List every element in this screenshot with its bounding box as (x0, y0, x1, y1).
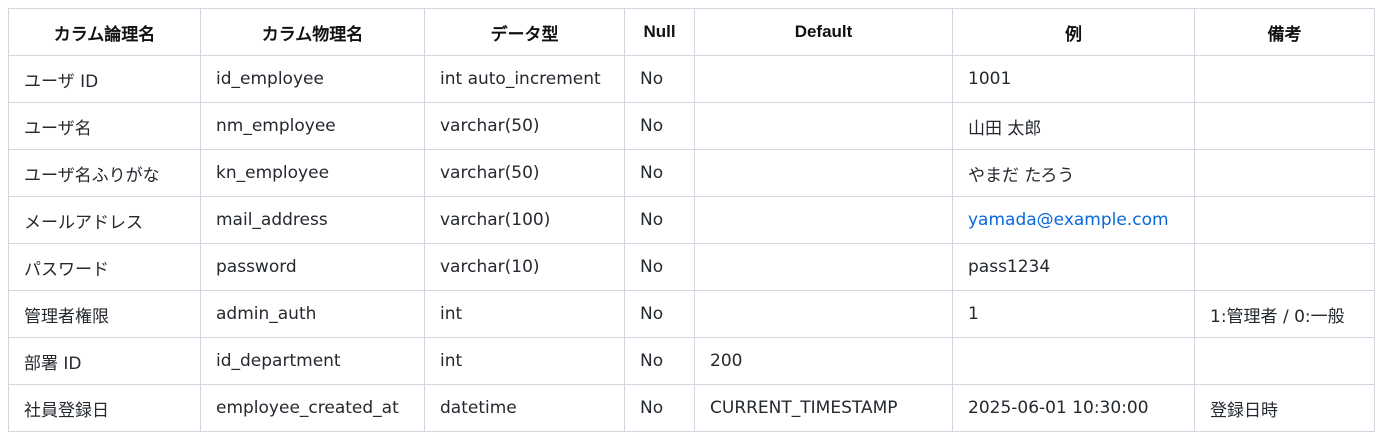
cell-example: 山田 太郎 (952, 102, 1195, 150)
cell-default (694, 55, 953, 103)
cell-physical-name: employee_created_at (200, 384, 425, 432)
table-header: カラム論理名 カラム物理名 データ型 Null Default 例 備考 (8, 8, 1375, 56)
cell-default (694, 196, 953, 244)
cell-data-type: datetime (424, 384, 625, 432)
header-row: カラム論理名 カラム物理名 データ型 Null Default 例 備考 (8, 8, 1375, 56)
header-remarks: 備考 (1194, 8, 1375, 56)
schema-table: カラム論理名 カラム物理名 データ型 Null Default 例 備考 ユーザ… (8, 8, 1375, 432)
cell-logical-name: ユーザ ID (8, 55, 201, 103)
cell-data-type: varchar(50) (424, 102, 625, 150)
cell-example: やまだ たろう (952, 149, 1195, 197)
cell-default (694, 243, 953, 291)
cell-physical-name: password (200, 243, 425, 291)
cell-null: No (624, 102, 695, 150)
table-row: メールアドレス mail_address varchar(100) No yam… (8, 196, 1375, 244)
cell-null: No (624, 290, 695, 338)
cell-default: CURRENT_TIMESTAMP (694, 384, 953, 432)
cell-logical-name: ユーザ名ふりがな (8, 149, 201, 197)
cell-physical-name: nm_employee (200, 102, 425, 150)
table-body: ユーザ ID id_employee int auto_increment No… (8, 55, 1375, 432)
cell-data-type: varchar(10) (424, 243, 625, 291)
cell-logical-name: パスワード (8, 243, 201, 291)
table-row: ユーザ ID id_employee int auto_increment No… (8, 55, 1375, 103)
header-default: Default (694, 8, 953, 56)
cell-remarks (1194, 196, 1375, 244)
table-row: パスワード password varchar(10) No pass1234 (8, 243, 1375, 291)
header-data-type: データ型 (424, 8, 625, 56)
cell-null: No (624, 149, 695, 197)
table-row: ユーザ名 nm_employee varchar(50) No 山田 太郎 (8, 102, 1375, 150)
cell-null: No (624, 55, 695, 103)
cell-remarks (1194, 149, 1375, 197)
cell-example: 1 (952, 290, 1195, 338)
table-row: 管理者権限 admin_auth int No 1 1:管理者 / 0:一般 (8, 290, 1375, 338)
header-example: 例 (952, 8, 1195, 56)
cell-null: No (624, 196, 695, 244)
cell-remarks (1194, 55, 1375, 103)
cell-example: 1001 (952, 55, 1195, 103)
cell-logical-name: ユーザ名 (8, 102, 201, 150)
email-link[interactable]: yamada@example.com (968, 210, 1169, 230)
cell-null: No (624, 384, 695, 432)
cell-default (694, 102, 953, 150)
cell-data-type: varchar(100) (424, 196, 625, 244)
table-row: ユーザ名ふりがな kn_employee varchar(50) No やまだ … (8, 149, 1375, 197)
cell-physical-name: admin_auth (200, 290, 425, 338)
cell-default (694, 149, 953, 197)
cell-default (694, 290, 953, 338)
cell-null: No (624, 243, 695, 291)
cell-logical-name: メールアドレス (8, 196, 201, 244)
table-row: 社員登録日 employee_created_at datetime No CU… (8, 384, 1375, 432)
cell-logical-name: 部署 ID (8, 337, 201, 385)
cell-example: 2025-06-01 10:30:00 (952, 384, 1195, 432)
cell-logical-name: 社員登録日 (8, 384, 201, 432)
schema-table-container: カラム論理名 カラム物理名 データ型 Null Default 例 備考 ユーザ… (8, 8, 1375, 432)
header-null: Null (624, 8, 695, 56)
cell-example (952, 337, 1195, 385)
cell-logical-name: 管理者権限 (8, 290, 201, 338)
cell-data-type: int auto_increment (424, 55, 625, 103)
cell-remarks: 登録日時 (1194, 384, 1375, 432)
cell-data-type: int (424, 290, 625, 338)
cell-data-type: int (424, 337, 625, 385)
cell-example: pass1234 (952, 243, 1195, 291)
cell-null: No (624, 337, 695, 385)
cell-physical-name: id_department (200, 337, 425, 385)
cell-remarks: 1:管理者 / 0:一般 (1194, 290, 1375, 338)
cell-physical-name: mail_address (200, 196, 425, 244)
cell-example: yamada@example.com (952, 196, 1195, 244)
cell-physical-name: id_employee (200, 55, 425, 103)
header-physical-name: カラム物理名 (200, 8, 425, 56)
cell-data-type: varchar(50) (424, 149, 625, 197)
cell-remarks (1194, 337, 1375, 385)
table-row: 部署 ID id_department int No 200 (8, 337, 1375, 385)
cell-remarks (1194, 243, 1375, 291)
cell-default: 200 (694, 337, 953, 385)
header-logical-name: カラム論理名 (8, 8, 201, 56)
cell-remarks (1194, 102, 1375, 150)
cell-physical-name: kn_employee (200, 149, 425, 197)
